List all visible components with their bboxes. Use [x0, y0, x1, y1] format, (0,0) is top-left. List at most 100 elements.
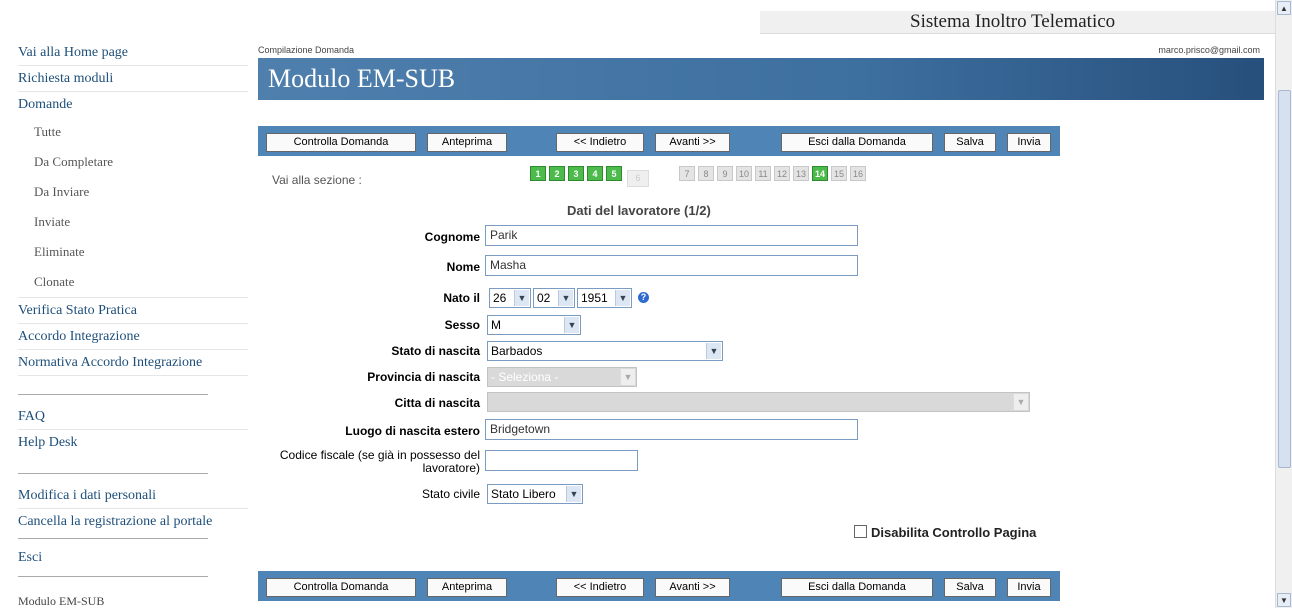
indietro-button[interactable]: << Indietro	[556, 133, 644, 152]
indietro-button[interactable]: << Indietro	[556, 578, 644, 597]
sidebar-item-help-desk[interactable]: Help Desk	[18, 430, 248, 455]
chevron-down-icon: ▼	[514, 290, 529, 306]
section-button-11[interactable]: 11	[755, 166, 771, 181]
controlla-domanda-button[interactable]: Controlla Domanda	[266, 133, 416, 152]
section-button-12[interactable]: 12	[774, 166, 790, 181]
sidebar-item-domande[interactable]: Domande	[18, 92, 248, 117]
form-title: Dati del lavoratore (1/2)	[567, 203, 711, 218]
avanti-button[interactable]: Avanti >>	[655, 133, 730, 152]
chevron-down-icon: ▼	[564, 317, 579, 333]
nome-label: Nome	[446, 260, 480, 274]
sidebar-item-home[interactable]: Vai alla Home page	[18, 40, 248, 66]
chevron-down-icon: ▼	[1013, 394, 1028, 410]
sidebar-item-verifica-stato[interactable]: Verifica Stato Pratica	[18, 298, 248, 324]
birth-day-select[interactable]: 26 ▼	[489, 288, 531, 308]
codice-fiscale-input[interactable]	[485, 450, 638, 471]
sidebar-item-accordo[interactable]: Accordo Integrazione	[18, 324, 248, 350]
vertical-scrollbar[interactable]: ▲ ▼	[1275, 0, 1292, 608]
disabilita-controllo-checkbox[interactable]	[854, 525, 867, 538]
luogo-estero-label: Luogo di nascita estero	[345, 424, 480, 438]
section-button-16[interactable]: 16	[850, 166, 866, 181]
section-button-8[interactable]: 8	[698, 166, 714, 181]
section-button-10[interactable]: 10	[736, 166, 752, 181]
birth-year-select[interactable]: 1951 ▼	[577, 288, 632, 308]
anteprima-button[interactable]: Anteprima	[427, 578, 507, 597]
stato-civile-label: Stato civile	[421, 487, 480, 501]
anteprima-button[interactable]: Anteprima	[427, 133, 507, 152]
section-button-13[interactable]: 13	[793, 166, 809, 181]
salva-button[interactable]: Salva	[944, 578, 996, 597]
sidebar-divider	[18, 394, 208, 395]
cognome-input[interactable]: Parik	[485, 225, 858, 246]
disabilita-controllo-option[interactable]: Disabilita Controllo Pagina	[854, 525, 1036, 540]
section-button-3[interactable]: 3	[568, 166, 584, 181]
birth-year-value: 1951	[581, 291, 608, 305]
section-button-2[interactable]: 2	[549, 166, 565, 181]
disabilita-controllo-label: Disabilita Controllo Pagina	[871, 525, 1037, 540]
sesso-select[interactable]: M ▼	[487, 315, 581, 335]
section-button-9[interactable]: 9	[717, 166, 733, 181]
birth-day-value: 26	[493, 291, 507, 305]
stato-civile-value: Stato Libero	[491, 487, 556, 501]
chevron-down-icon: ▼	[566, 486, 581, 502]
sidebar-subitem-tutte[interactable]: Tutte	[18, 117, 248, 147]
chevron-down-icon: ▼	[620, 369, 635, 385]
sidebar-item-faq[interactable]: FAQ	[18, 404, 248, 430]
sidebar-item-cancella-registrazione[interactable]: Cancella la registrazione al portale	[18, 509, 248, 534]
salva-button[interactable]: Salva	[944, 133, 996, 152]
section-button-15[interactable]: 15	[831, 166, 847, 181]
luogo-estero-input[interactable]: Bridgetown	[485, 419, 858, 440]
section-button-4[interactable]: 4	[587, 166, 603, 181]
esci-domanda-button[interactable]: Esci dalla Domanda	[781, 578, 933, 597]
sidebar-footer-module: Modulo EM-SUB	[18, 594, 105, 608]
nato-il-label: Nato il	[443, 291, 480, 305]
help-icon[interactable]: ?	[638, 292, 649, 303]
sidebar-subitem-da-completare[interactable]: Da Completare	[18, 147, 248, 177]
section-button-6[interactable]: 6	[627, 170, 649, 187]
stato-nascita-label: Stato di nascita	[391, 344, 480, 358]
chevron-down-icon: ▼	[558, 290, 573, 306]
citta-nascita-select: ▼	[487, 392, 1030, 412]
controlla-domanda-button[interactable]: Controlla Domanda	[266, 578, 416, 597]
section-button-1[interactable]: 1	[530, 166, 546, 181]
esci-domanda-button[interactable]: Esci dalla Domanda	[781, 133, 933, 152]
sidebar-item-esci[interactable]: Esci	[18, 545, 248, 570]
sidebar-subitem-inviate[interactable]: Inviate	[18, 207, 248, 237]
birth-month-value: 02	[537, 291, 551, 305]
invia-button[interactable]: Invia	[1007, 578, 1051, 597]
stato-nascita-select[interactable]: Barbados ▼	[487, 341, 723, 361]
avanti-button[interactable]: Avanti >>	[655, 578, 730, 597]
top-banner: Sistema Inoltro Telematico	[0, 0, 1275, 35]
section-button-5[interactable]: 5	[606, 166, 622, 181]
birth-month-select[interactable]: 02 ▼	[533, 288, 575, 308]
chevron-down-icon: ▼	[615, 290, 630, 306]
sidebar-item-richiesta-moduli[interactable]: Richiesta moduli	[18, 66, 248, 92]
scroll-up-icon[interactable]: ▲	[1277, 1, 1291, 15]
sidebar-divider	[18, 473, 208, 474]
page-title: Modulo EM-SUB	[268, 64, 456, 93]
sidebar-item-normativa[interactable]: Normativa Accordo Integrazione	[18, 350, 248, 376]
toolbar-top: Controlla Domanda Anteprima << Indietro …	[258, 126, 1060, 156]
section-button-7[interactable]: 7	[679, 166, 695, 181]
scrollbar-thumb[interactable]	[1278, 90, 1291, 468]
page-header: Modulo EM-SUB	[258, 58, 1264, 100]
stato-civile-select[interactable]: Stato Libero ▼	[487, 484, 583, 504]
sidebar-divider	[18, 538, 208, 539]
sidebar-subitem-da-inviare[interactable]: Da Inviare	[18, 177, 248, 207]
section-button-14[interactable]: 14	[812, 166, 828, 181]
sidebar-subitem-clonate[interactable]: Clonate	[18, 267, 248, 298]
sesso-value: M	[491, 318, 501, 332]
invia-button[interactable]: Invia	[1007, 133, 1051, 152]
sidebar-subitem-eliminate[interactable]: Eliminate	[18, 237, 248, 267]
user-email: marco.prisco@gmail.com	[1158, 45, 1260, 55]
scroll-down-icon[interactable]: ▼	[1277, 593, 1291, 607]
citta-nascita-label: Citta di nascita	[394, 396, 480, 410]
codice-fiscale-label: Codice fiscale (se già in possesso del l…	[280, 449, 480, 475]
toolbar-bottom: Controlla Domanda Anteprima << Indietro …	[258, 571, 1060, 601]
sesso-label: Sesso	[444, 318, 480, 332]
breadcrumb: Compilazione Domanda	[258, 45, 355, 55]
nome-input[interactable]: Masha	[485, 255, 858, 276]
cognome-label: Cognome	[424, 230, 480, 244]
codice-fiscale-label-line2: lavoratore)	[422, 461, 480, 475]
sidebar-item-modifica-dati[interactable]: Modifica i dati personali	[18, 483, 248, 509]
